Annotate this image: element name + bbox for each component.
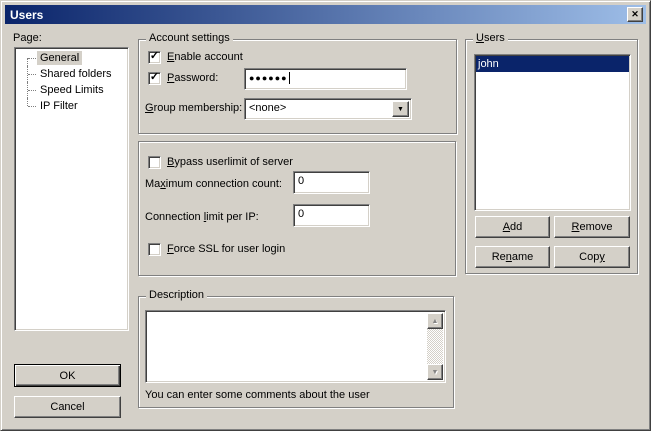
scroll-down-icon: ▼ xyxy=(432,369,439,376)
ip-limit-value: 0 xyxy=(298,208,304,220)
scrollbar[interactable]: ▲ ▼ xyxy=(427,313,443,380)
titlebar[interactable]: Users ✕ xyxy=(5,5,646,24)
close-icon: ✕ xyxy=(631,9,639,20)
ok-button[interactable]: OK xyxy=(14,364,121,387)
enable-account-checkbox[interactable]: ✓ xyxy=(148,51,161,64)
rename-button[interactable]: Rename xyxy=(475,246,550,268)
add-button[interactable]: Add xyxy=(475,216,550,238)
text-caret xyxy=(289,72,290,84)
password-input[interactable]: ●●●●●● xyxy=(244,68,407,90)
remove-button-label: Remove xyxy=(572,221,613,233)
tree-connector xyxy=(27,66,37,82)
account-settings-group-title: Account settings xyxy=(146,32,233,44)
sidebar-item-shared-folders[interactable]: Shared folders xyxy=(15,66,128,82)
max-connection-label: Maximum connection count: xyxy=(145,178,282,190)
password-label: Password: xyxy=(167,72,218,84)
scroll-down-button[interactable]: ▼ xyxy=(427,364,443,380)
max-connection-value: 0 xyxy=(298,175,304,187)
dropdown-button[interactable]: ▼ xyxy=(392,101,409,117)
copy-button-label: Copy xyxy=(579,251,605,263)
check-icon: ✓ xyxy=(150,52,159,61)
description-hint: You can enter some comments about the us… xyxy=(145,389,370,401)
check-icon: ✓ xyxy=(150,73,159,82)
password-checkbox[interactable]: ✓ xyxy=(148,72,161,85)
group-membership-value: <none> xyxy=(249,102,286,114)
cancel-button[interactable]: Cancel xyxy=(14,396,121,418)
bypass-userlimit-checkbox[interactable]: ✓ xyxy=(148,156,161,169)
window-title: Users xyxy=(10,8,43,22)
group-membership-label: Group membership: xyxy=(145,102,242,114)
list-item-label: john xyxy=(478,58,499,70)
sidebar-item-general[interactable]: General xyxy=(15,50,128,66)
rename-button-label: Rename xyxy=(492,251,534,263)
force-ssl-checkbox[interactable]: ✓ xyxy=(148,243,161,256)
ok-button-label: OK xyxy=(60,370,76,382)
sidebar-item-label: Speed Limits xyxy=(37,83,107,97)
sidebar-item-ip-filter[interactable]: IP Filter xyxy=(15,98,128,114)
users-group: Users john Add Remove Rename Copy xyxy=(465,39,638,274)
page-tree: General Shared folders Speed Limits IP F… xyxy=(14,47,129,331)
account-settings-group: Account settings ✓ Enable account ✓ Pass… xyxy=(138,39,457,134)
close-button[interactable]: ✕ xyxy=(627,7,643,22)
list-item-john[interactable]: john xyxy=(476,56,629,72)
ip-limit-label: Connection limit per IP: xyxy=(145,211,259,223)
password-value: ●●●●●● xyxy=(249,73,288,83)
sidebar-item-label: General xyxy=(37,51,82,65)
bypass-userlimit-label: Bypass userlimit of server xyxy=(167,156,293,168)
enable-account-label: Enable account xyxy=(167,51,243,63)
description-group: Description ▲ ▼ You can enter some comme… xyxy=(138,296,454,408)
sidebar-item-label: Shared folders xyxy=(37,67,115,81)
description-textarea[interactable]: ▲ ▼ xyxy=(145,310,446,383)
scroll-up-icon: ▲ xyxy=(432,318,439,325)
copy-button[interactable]: Copy xyxy=(554,246,630,268)
scroll-up-button[interactable]: ▲ xyxy=(427,313,443,329)
add-button-label: Add xyxy=(503,221,523,233)
tree-connector xyxy=(27,82,37,98)
chevron-down-icon: ▼ xyxy=(397,106,404,113)
connection-limits-group: ✓ Bypass userlimit of server Maximum con… xyxy=(138,141,456,276)
users-group-title: Users xyxy=(473,32,508,44)
users-dialog: Users ✕ Page: General Shared folders Spe… xyxy=(0,0,651,431)
page-label: Page: xyxy=(13,32,42,44)
ip-limit-input[interactable]: 0 xyxy=(293,204,370,227)
remove-button[interactable]: Remove xyxy=(554,216,630,238)
cancel-button-label: Cancel xyxy=(50,401,84,413)
description-value xyxy=(148,313,425,380)
tree-connector xyxy=(27,50,37,66)
description-group-title: Description xyxy=(146,289,207,301)
group-membership-select[interactable]: <none> ▼ xyxy=(244,98,412,120)
max-connection-input[interactable]: 0 xyxy=(293,171,370,194)
tree-connector xyxy=(27,98,37,114)
force-ssl-label: Force SSL for user login xyxy=(167,243,285,255)
sidebar-item-speed-limits[interactable]: Speed Limits xyxy=(15,82,128,98)
users-list: john xyxy=(474,54,631,211)
sidebar-item-label: IP Filter xyxy=(37,99,81,113)
